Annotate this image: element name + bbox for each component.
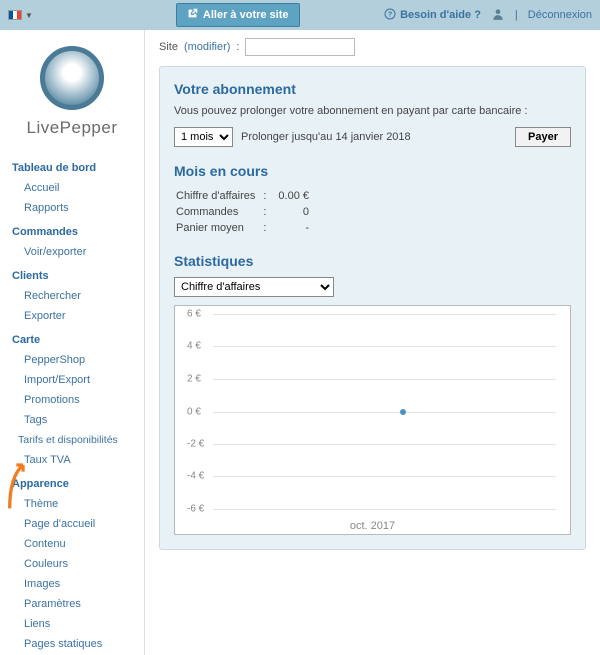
sidebar-item-voir-exporter[interactable]: Voir/exporter [0, 242, 144, 262]
stat-label: Chiffre d'affaires [176, 189, 261, 203]
chart-plot-area: 6 € 4 € 2 € 0 € -2 € -4 € -6 € [183, 314, 562, 509]
stat-value: 0 [278, 205, 315, 219]
sidebar-item-rechercher[interactable]: Rechercher [0, 286, 144, 306]
stats-heading: Statistiques [174, 253, 571, 269]
sidebar-item-theme[interactable]: Thème [0, 494, 144, 514]
nav-section-clients[interactable]: Clients [0, 262, 144, 286]
topbar-right: ? Besoin d'aide ? | Déconnexion [384, 7, 592, 24]
sidebar-item-peppershop[interactable]: PepperShop [0, 350, 144, 370]
site-input[interactable] [245, 38, 355, 56]
language-selector[interactable]: ▼ [8, 10, 33, 20]
stat-label: Panier moyen [176, 221, 261, 235]
subscription-prolong-text: Prolonger jusqu'au 14 janvier 2018 [241, 131, 507, 143]
site-label: Site [159, 41, 178, 53]
nav-section-dashboard[interactable]: Tableau de bord [0, 154, 144, 178]
stats-metric-select[interactable]: Chiffre d'affaires [174, 277, 334, 297]
subscription-heading: Votre abonnement [174, 81, 571, 97]
go-to-site-label: Aller à votre site [203, 9, 289, 21]
chart-ytick: 4 € [187, 341, 201, 352]
logout-link[interactable]: Déconnexion [528, 9, 592, 21]
sidebar-item-tags[interactable]: Tags [0, 410, 144, 430]
external-link-icon [187, 8, 198, 22]
help-link[interactable]: ? Besoin d'aide ? [384, 8, 481, 23]
sidebar-item-rapports[interactable]: Rapports [0, 198, 144, 218]
chart-ytick: 2 € [187, 373, 201, 384]
sidebar-item-accueil[interactable]: Accueil [0, 178, 144, 198]
topbar: ▼ Aller à votre site ? Besoin d'aide ? |… [0, 0, 600, 30]
site-modify-link[interactable]: (modifier) [184, 41, 230, 53]
sidebar-item-taux-tva[interactable]: Taux TVA [0, 450, 144, 470]
chart-xtick: oct. 2017 [350, 520, 395, 532]
chart-datapoint [400, 409, 406, 415]
main-content: Site (modifier) : Votre abonnement Vous … [145, 30, 600, 655]
current-month-heading: Mois en cours [174, 163, 571, 179]
stat-label: Commandes [176, 205, 261, 219]
user-icon[interactable] [491, 7, 505, 24]
help-label: Besoin d'aide ? [400, 9, 481, 21]
sidebar-item-couleurs[interactable]: Couleurs [0, 554, 144, 574]
pay-button[interactable]: Payer [515, 127, 571, 147]
stat-value: 0.00 € [278, 189, 315, 203]
table-row: Panier moyen : - [176, 221, 315, 235]
sidebar-item-pages-statiques[interactable]: Pages statiques [0, 634, 144, 654]
nav-section-commandes[interactable]: Commandes [0, 218, 144, 242]
separator: | [515, 9, 518, 21]
logo-text: LivePepper [0, 118, 144, 138]
table-row: Commandes : 0 [176, 205, 315, 219]
table-row: Chiffre d'affaires : 0.00 € [176, 189, 315, 203]
nav-section-apparence[interactable]: Apparence [0, 470, 144, 494]
flag-fr-icon [8, 10, 22, 20]
sidebar-item-parametres[interactable]: Paramètres [0, 594, 144, 614]
chart-ytick: -4 € [187, 471, 204, 482]
sidebar-item-contenu[interactable]: Contenu [0, 534, 144, 554]
go-to-site-button[interactable]: Aller à votre site [176, 3, 300, 27]
subscription-desc: Vous pouvez prolonger votre abonnement e… [174, 105, 571, 117]
logo: LivePepper [0, 38, 144, 154]
sidebar-item-promotions[interactable]: Promotions [0, 390, 144, 410]
help-icon: ? [384, 8, 396, 23]
svg-text:?: ? [388, 11, 392, 18]
sidebar-item-images[interactable]: Images [0, 574, 144, 594]
sidebar-item-page-accueil[interactable]: Page d'accueil [0, 514, 144, 534]
nav-section-carte[interactable]: Carte [0, 326, 144, 350]
chart-ytick: -2 € [187, 438, 204, 449]
current-month-table: Chiffre d'affaires : 0.00 € Commandes : … [174, 187, 317, 237]
chevron-down-icon: ▼ [25, 11, 33, 20]
sidebar-item-import-export[interactable]: Import/Export [0, 370, 144, 390]
stat-value: - [278, 221, 315, 235]
site-row: Site (modifier) : [159, 38, 586, 56]
sidebar: LivePepper Tableau de bord Accueil Rappo… [0, 30, 145, 655]
sidebar-item-tarifs[interactable]: Tarifs et disponibilités [0, 430, 144, 450]
chart-ytick: 6 € [187, 309, 201, 320]
chart-ytick: -6 € [187, 504, 204, 515]
sidebar-item-exporter[interactable]: Exporter [0, 306, 144, 326]
dashboard-panel: Votre abonnement Vous pouvez prolonger v… [159, 66, 586, 550]
stats-chart: 6 € 4 € 2 € 0 € -2 € -4 € -6 € oct. [174, 305, 571, 535]
sidebar-item-liens[interactable]: Liens [0, 614, 144, 634]
subscription-duration-select[interactable]: 1 mois [174, 127, 233, 147]
logo-icon [40, 46, 104, 110]
colon: : [236, 41, 239, 53]
chart-ytick: 0 € [187, 406, 201, 417]
